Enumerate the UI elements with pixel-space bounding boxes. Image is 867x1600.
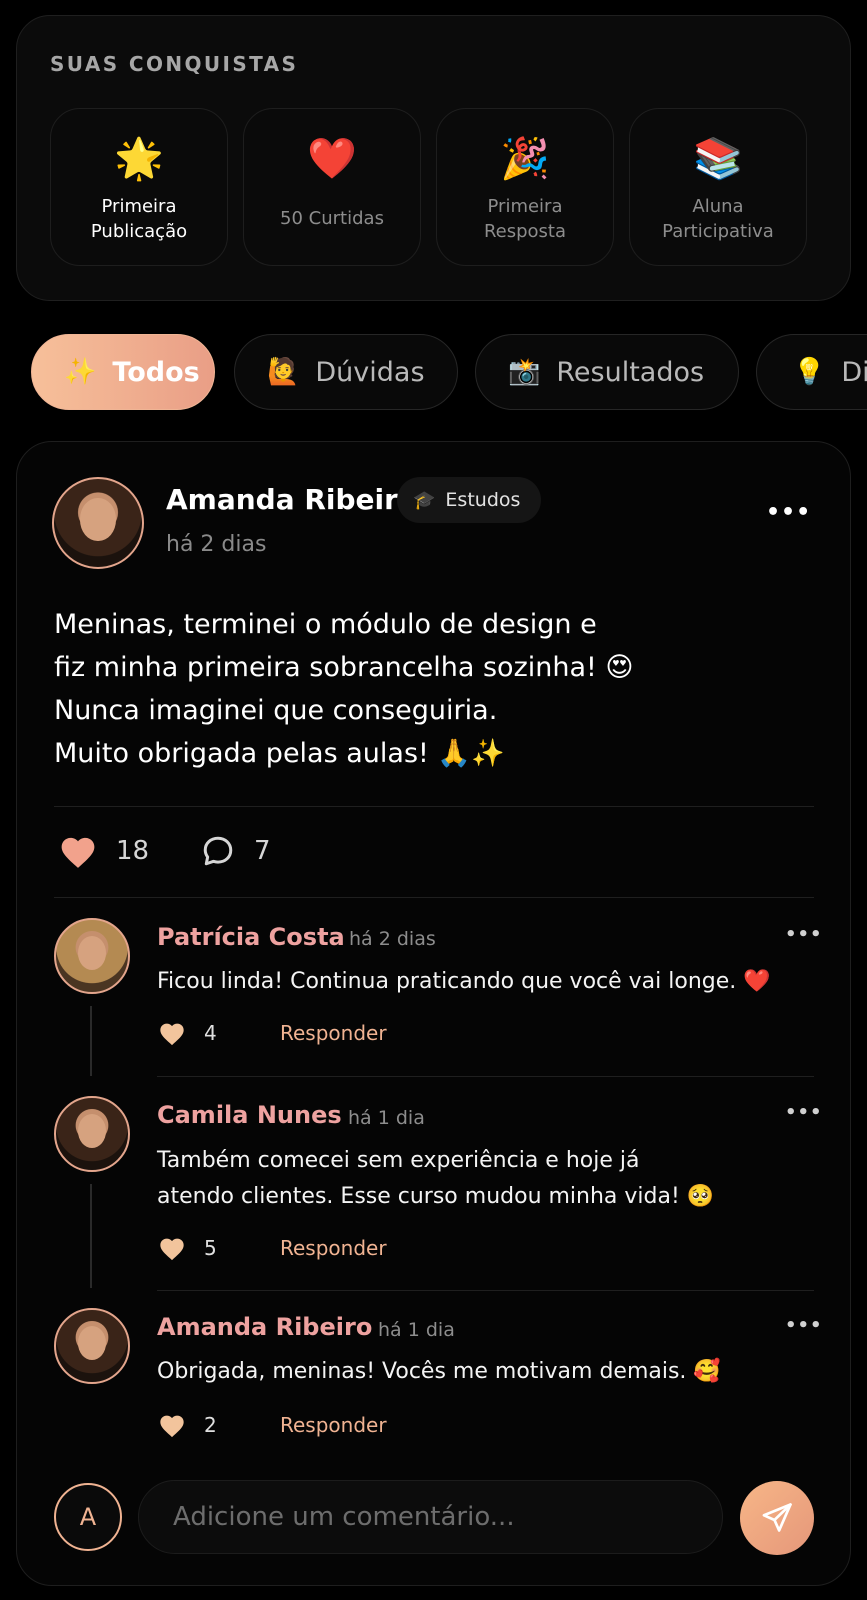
comment-line: Obrigada, meninas! Vocês me motivam dema…: [157, 1359, 721, 1384]
comment-avatar[interactable]: [54, 918, 130, 994]
divider: [54, 806, 814, 807]
category-label: Estudos: [445, 489, 521, 511]
comment-avatar[interactable]: [54, 1308, 130, 1384]
more-options-icon[interactable]: •••: [785, 924, 823, 945]
tab-duvidas[interactable]: 🙋 Dúvidas: [234, 334, 458, 410]
post-body: Meninas, terminei o módulo de design e f…: [54, 603, 814, 775]
thread-line: [90, 1006, 92, 1076]
comment-author-name[interactable]: Amanda Ribeiro: [157, 1313, 372, 1341]
comment-input[interactable]: [138, 1480, 723, 1554]
thread-line: [90, 1184, 92, 1288]
lightbulb-icon: 💡: [793, 357, 826, 387]
post-line: Meninas, terminei o módulo de design e: [54, 609, 597, 640]
tab-resultados[interactable]: 📸 Resultados: [475, 334, 739, 410]
raising-hand-icon: 🙋: [267, 357, 300, 387]
badge-primeira-publicacao[interactable]: 🌟 Primeira Publicação: [50, 108, 228, 266]
comment-text: Também comecei sem experiência e hoje já…: [157, 1143, 797, 1215]
comment-line: Também comecei sem experiência e hoje já: [157, 1148, 640, 1173]
heart-icon: [160, 1415, 184, 1438]
comment-author-name[interactable]: Camila Nunes: [157, 1101, 342, 1129]
avatar[interactable]: [52, 477, 144, 569]
badge-label: Primeira Publicação: [90, 195, 188, 242]
like-count: 18: [116, 836, 150, 866]
graduation-cap-icon: 🎓: [413, 489, 436, 511]
comment-line: atendo clientes. Esse curso mudou minha …: [157, 1184, 715, 1209]
post-line: fiz minha primeira sobrancelha sozinha! …: [54, 652, 634, 683]
badge-label: Aluna Participativa: [662, 195, 774, 242]
comment-line: Ficou linda! Continua praticando que voc…: [157, 969, 771, 994]
post-line: Nunca imaginei que conseguiria.: [54, 695, 498, 726]
like-button[interactable]: 18: [58, 833, 149, 869]
comment-like-button[interactable]: 4: [158, 1020, 217, 1046]
comment-like-button[interactable]: 5: [158, 1235, 217, 1261]
reply-button[interactable]: Responder: [280, 1236, 387, 1260]
comment-bubble-icon: [203, 836, 233, 866]
more-options-icon[interactable]: •••: [785, 1102, 823, 1123]
comment-like-count: 2: [204, 1413, 217, 1437]
comment-author-name[interactable]: Patrícia Costa: [157, 923, 345, 951]
comment-avatar[interactable]: [54, 1096, 130, 1172]
comment-text: Ficou linda! Continua praticando que voc…: [157, 964, 797, 1000]
badge-50-curtidas[interactable]: ❤️ 50 Curtidas: [243, 108, 421, 266]
comment-text: Obrigada, meninas! Vocês me motivam dema…: [157, 1354, 797, 1390]
divider: [54, 897, 814, 898]
more-options-icon[interactable]: •••: [785, 1315, 823, 1336]
tab-label: Di: [841, 356, 867, 388]
achievements-title: SUAS CONQUISTAS: [50, 52, 299, 76]
heart-icon: [61, 837, 95, 868]
tab-label: Resultados: [556, 356, 705, 388]
post-time: há 2 dias: [166, 532, 267, 557]
tab-label: Todos: [112, 356, 200, 388]
post-author-name[interactable]: Amanda Ribeiro: [166, 483, 417, 516]
tab-todos[interactable]: ✨ Todos: [31, 334, 215, 410]
reply-button[interactable]: Responder: [280, 1021, 387, 1045]
comment-time: há 2 dias: [349, 928, 436, 950]
divider: [157, 1076, 814, 1077]
post-line: Muito obrigada pelas aulas! 🙏✨: [54, 738, 505, 769]
more-options-icon[interactable]: •••: [766, 500, 811, 525]
comment-time: há 1 dia: [348, 1107, 425, 1129]
current-user-avatar[interactable]: A: [54, 1483, 122, 1551]
comment-button[interactable]: 7: [200, 833, 271, 869]
books-icon: 📚: [693, 136, 743, 182]
heart-icon: ❤️: [307, 136, 357, 182]
badge-primeira-resposta[interactable]: 🎉 Primeira Resposta: [436, 108, 614, 266]
sparkles-icon: ✨: [64, 357, 97, 387]
category-badge[interactable]: 🎓 Estudos: [397, 477, 541, 523]
paper-plane-icon: [762, 1503, 792, 1532]
comment-like-count: 5: [204, 1236, 217, 1260]
tab-dicas[interactable]: 💡 Di: [756, 334, 867, 410]
badge-label: Primeira Resposta: [483, 195, 567, 242]
badge-aluna-participativa[interactable]: 📚 Aluna Participativa: [629, 108, 807, 266]
badge-label: 50 Curtidas: [280, 208, 384, 229]
heart-icon: [160, 1238, 184, 1261]
comment-like-count: 4: [204, 1021, 217, 1045]
party-popper-icon: 🎉: [500, 136, 550, 182]
heart-icon: [160, 1023, 184, 1046]
reply-button[interactable]: Responder: [280, 1413, 387, 1437]
camera-flash-icon: 📸: [508, 357, 541, 387]
divider: [157, 1290, 814, 1291]
star-icon: 🌟: [114, 136, 164, 182]
comment-time: há 1 dia: [378, 1319, 455, 1341]
comment-count: 7: [254, 836, 271, 866]
comment-like-button[interactable]: 2: [158, 1412, 217, 1438]
send-button[interactable]: [740, 1481, 814, 1555]
tab-label: Dúvidas: [315, 356, 425, 388]
